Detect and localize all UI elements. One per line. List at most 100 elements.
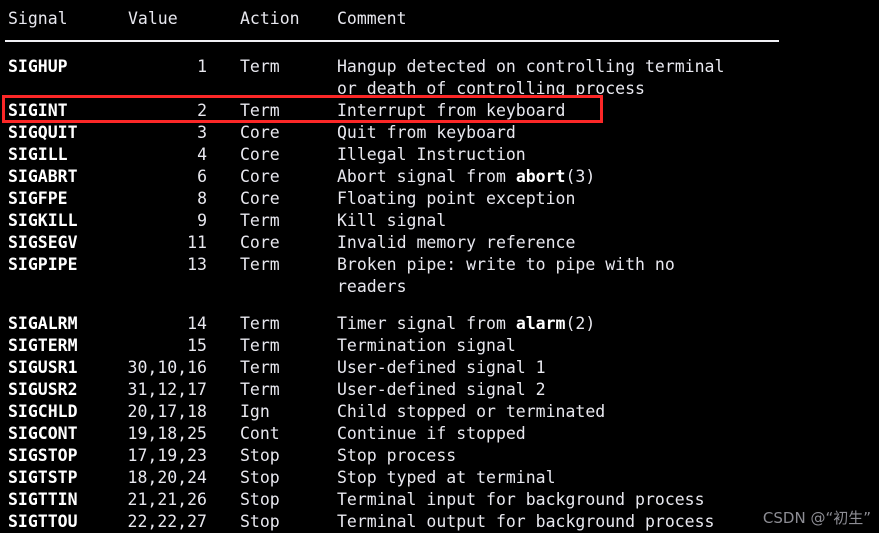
cell-value: 6 bbox=[0, 166, 207, 188]
cell-action: Stop bbox=[240, 467, 280, 489]
column-header-value: Value bbox=[128, 8, 178, 30]
cell-value: 17,19,23 bbox=[0, 445, 207, 467]
table-row: SIGALRM14TermTimer signal from alarm(2) bbox=[0, 313, 879, 335]
comment-text: Terminal output for background process bbox=[337, 512, 715, 531]
header-separator-rule bbox=[5, 40, 779, 42]
cell-value: 3 bbox=[0, 122, 207, 144]
cell-comment: Timer signal from alarm(2) bbox=[337, 313, 595, 335]
cell-value: 31,12,17 bbox=[0, 379, 207, 401]
cell-comment: Continue if stopped bbox=[337, 423, 526, 445]
comment-text: User-defined signal 2 bbox=[337, 380, 546, 399]
table-row: SIGHUP1TermHangup detected on controllin… bbox=[0, 56, 879, 78]
comment-text: Terminal input for background process bbox=[337, 490, 705, 509]
cell-action: Core bbox=[240, 144, 280, 166]
cell-value: 2 bbox=[0, 100, 207, 122]
comment-manref-section: (3) bbox=[565, 167, 595, 186]
comment-text: Interrupt from keyboard bbox=[337, 101, 565, 120]
cell-action: Term bbox=[240, 379, 280, 401]
table-row: SIGUSR231,12,17TermUser-defined signal 2 bbox=[0, 379, 879, 401]
comment-text: Hangup detected on controlling terminal bbox=[337, 57, 724, 76]
cell-action: Term bbox=[240, 100, 280, 122]
cell-value: 19,18,25 bbox=[0, 423, 207, 445]
cell-comment: Kill signal bbox=[337, 210, 446, 232]
comment-text: Child stopped or terminated bbox=[337, 402, 605, 421]
cell-comment: Interrupt from keyboard bbox=[337, 100, 565, 122]
cell-value: 9 bbox=[0, 210, 207, 232]
signal-table: Signal Value Action Comment SIGHUP1TermH… bbox=[0, 0, 879, 532]
comment-text: Timer signal from bbox=[337, 314, 516, 333]
column-header-action: Action bbox=[240, 8, 300, 30]
comment-manref: alarm bbox=[516, 314, 566, 333]
cell-action: Cont bbox=[240, 423, 280, 445]
table-row: SIGTTOU22,22,27StopTerminal output for b… bbox=[0, 511, 879, 533]
table-row: SIGILL4CoreIllegal Instruction bbox=[0, 144, 879, 166]
cell-comment: Stop process bbox=[337, 445, 456, 467]
cell-comment-continuation: readers bbox=[337, 276, 407, 298]
cell-comment: User-defined signal 2 bbox=[337, 379, 546, 401]
column-header-signal: Signal bbox=[8, 8, 68, 30]
cell-value: 15 bbox=[0, 335, 207, 357]
cell-value: 4 bbox=[0, 144, 207, 166]
comment-text: Illegal Instruction bbox=[337, 145, 526, 164]
table-row: SIGPIPE13TermBroken pipe: write to pipe … bbox=[0, 254, 879, 276]
comment-manref: abort bbox=[516, 167, 566, 186]
comment-text: Invalid memory reference bbox=[337, 233, 575, 252]
cell-comment: Invalid memory reference bbox=[337, 232, 575, 254]
cell-action: Core bbox=[240, 232, 280, 254]
table-row: SIGKILL9TermKill signal bbox=[0, 210, 879, 232]
comment-text: Termination signal bbox=[337, 336, 516, 355]
table-row: SIGTSTP18,20,24StopStop typed at termina… bbox=[0, 467, 879, 489]
cell-value: 22,22,27 bbox=[0, 511, 207, 533]
cell-comment: Termination signal bbox=[337, 335, 516, 357]
terminal-screen: Signal Value Action Comment SIGHUP1TermH… bbox=[0, 0, 879, 532]
column-header-comment: Comment bbox=[337, 8, 407, 30]
cell-value: 1 bbox=[0, 56, 207, 78]
cell-value: 13 bbox=[0, 254, 207, 276]
cell-action: Stop bbox=[240, 489, 280, 511]
comment-text: Kill signal bbox=[337, 211, 446, 230]
cell-action: Stop bbox=[240, 445, 280, 467]
cell-value: 20,17,18 bbox=[0, 401, 207, 423]
table-row: SIGABRT6CoreAbort signal from abort(3) bbox=[0, 166, 879, 188]
cell-comment: Broken pipe: write to pipe with no bbox=[337, 254, 675, 276]
comment-text: Stop typed at terminal bbox=[337, 468, 556, 487]
table-row-continuation: or death of controlling process bbox=[0, 78, 879, 100]
comment-manref-section: (2) bbox=[565, 314, 595, 333]
table-header-row: Signal Value Action Comment bbox=[0, 8, 879, 30]
table-row: SIGCHLD20,17,18IgnChild stopped or termi… bbox=[0, 401, 879, 423]
cell-action: Stop bbox=[240, 511, 280, 533]
table-row: SIGTERM15TermTermination signal bbox=[0, 335, 879, 357]
table-row: SIGSTOP17,19,23StopStop process bbox=[0, 445, 879, 467]
cell-comment: Terminal output for background process bbox=[337, 511, 715, 533]
cell-value: 11 bbox=[0, 232, 207, 254]
cell-comment: Floating point exception bbox=[337, 188, 575, 210]
cell-action: Term bbox=[240, 335, 280, 357]
cell-value: 30,10,16 bbox=[0, 357, 207, 379]
cell-action: Core bbox=[240, 166, 280, 188]
csdn-watermark: CSDN @“初生” bbox=[763, 507, 871, 528]
cell-value: 8 bbox=[0, 188, 207, 210]
comment-text: Quit from keyboard bbox=[337, 123, 516, 142]
table-row: SIGQUIT3CoreQuit from keyboard bbox=[0, 122, 879, 144]
comment-text: Continue if stopped bbox=[337, 424, 526, 443]
table-row-spacer bbox=[0, 299, 879, 313]
comment-text: User-defined signal 1 bbox=[337, 358, 546, 377]
comment-text: Broken pipe: write to pipe with no bbox=[337, 255, 675, 274]
comment-text: Abort signal from bbox=[337, 167, 516, 186]
cell-action: Term bbox=[240, 56, 280, 78]
cell-action: Core bbox=[240, 188, 280, 210]
cell-comment-continuation: or death of controlling process bbox=[337, 78, 645, 100]
cell-comment: Terminal input for background process bbox=[337, 489, 705, 511]
cell-action: Term bbox=[240, 313, 280, 335]
table-row: SIGTTIN21,21,26StopTerminal input for ba… bbox=[0, 489, 879, 511]
cell-comment: Quit from keyboard bbox=[337, 122, 516, 144]
table-row: SIGCONT19,18,25ContContinue if stopped bbox=[0, 423, 879, 445]
cell-value: 18,20,24 bbox=[0, 467, 207, 489]
cell-action: Core bbox=[240, 122, 280, 144]
cell-value: 21,21,26 bbox=[0, 489, 207, 511]
comment-text: Floating point exception bbox=[337, 189, 575, 208]
table-body: SIGHUP1TermHangup detected on controllin… bbox=[0, 56, 879, 533]
cell-action: Ign bbox=[240, 401, 270, 423]
table-row: SIGSEGV11CoreInvalid memory reference bbox=[0, 232, 879, 254]
cell-value: 14 bbox=[0, 313, 207, 335]
